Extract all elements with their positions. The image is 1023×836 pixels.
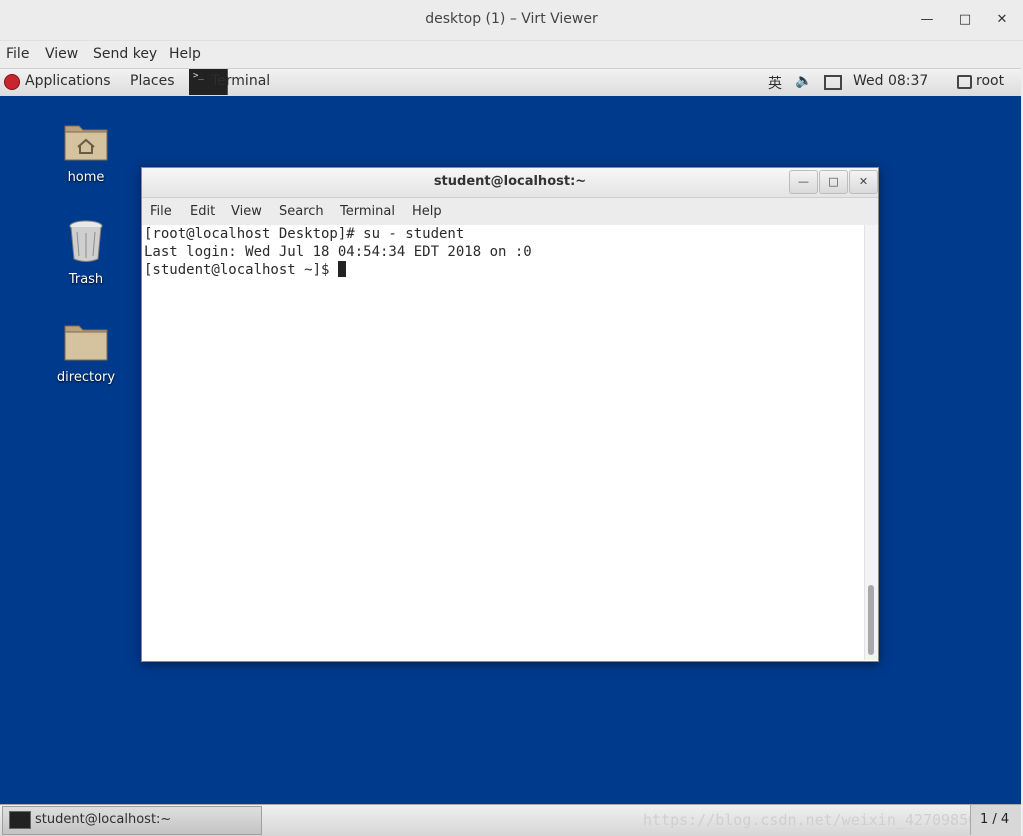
- desktop-icon-label: Trash: [68, 272, 104, 287]
- guest-top-panel: Applications Places >_ Terminal 英 🔈 Wed …: [0, 68, 1021, 97]
- terminal-close-icon[interactable]: ✕: [849, 170, 878, 194]
- terminal-menu-terminal[interactable]: Terminal: [340, 204, 395, 219]
- terminal-line: Last login: Wed Jul 18 04:54:34 EDT 2018…: [144, 244, 532, 260]
- user-icon[interactable]: [957, 75, 972, 89]
- clock[interactable]: Wed 08:37: [853, 73, 928, 89]
- terminal-menu-file[interactable]: File: [150, 204, 172, 219]
- user-menu[interactable]: root: [976, 73, 1004, 89]
- terminal-menu-edit[interactable]: Edit: [190, 204, 215, 219]
- minimize-icon[interactable]: —: [916, 10, 938, 30]
- terminal-menu-help[interactable]: Help: [412, 204, 442, 219]
- watermark: https://blog.csdn.net/weixin_42709850: [643, 811, 978, 829]
- terminal-menubar: File Edit View Search Terminal Help: [142, 198, 878, 225]
- terminal-prompt: [student@localhost ~]$: [144, 262, 338, 278]
- redhat-logo-icon: [4, 74, 20, 90]
- terminal-window-icon: [9, 811, 31, 829]
- workspace-indicator: 1 / 4: [980, 812, 1010, 827]
- places-menu[interactable]: Places: [130, 73, 175, 89]
- terminal-output[interactable]: [root@localhost Desktop]# su - student L…: [142, 225, 866, 660]
- terminal-maximize-icon[interactable]: □: [819, 170, 848, 194]
- desktop-icon-home[interactable]: home: [46, 120, 126, 185]
- terminal-scrollbar[interactable]: [864, 225, 878, 660]
- terminal-task-label[interactable]: Terminal: [211, 73, 270, 89]
- menu-file[interactable]: File: [6, 46, 29, 62]
- taskbar-window-label: student@localhost:~: [35, 812, 172, 827]
- input-method-indicator[interactable]: 英: [768, 73, 782, 93]
- desktop-icon-trash[interactable]: Trash: [46, 218, 126, 287]
- trash-icon: [69, 220, 103, 262]
- network-icon[interactable]: [824, 75, 842, 90]
- folder-icon: [64, 325, 108, 361]
- maximize-icon[interactable]: □: [954, 10, 976, 30]
- volume-icon[interactable]: 🔈: [795, 73, 812, 89]
- terminal-minimize-icon[interactable]: —: [789, 170, 818, 194]
- scrollbar-thumb[interactable]: [868, 585, 874, 655]
- menu-help[interactable]: Help: [169, 46, 201, 62]
- applications-menu[interactable]: Applications: [25, 73, 111, 89]
- viewer-menubar: File View Send key Help: [0, 41, 1023, 68]
- menu-send-key[interactable]: Send key: [93, 46, 157, 62]
- terminal-prompt-line[interactable]: [student@localhost ~]$: [144, 261, 866, 279]
- terminal-menu-search[interactable]: Search: [279, 204, 324, 219]
- terminal-line: [root@localhost Desktop]# su - student: [144, 226, 465, 242]
- workspace-switcher[interactable]: 1 / 4: [970, 805, 1021, 835]
- terminal-menu-view[interactable]: View: [231, 204, 262, 219]
- home-folder-icon: [64, 125, 108, 161]
- menu-view[interactable]: View: [45, 46, 78, 62]
- taskbar-window-button[interactable]: student@localhost:~: [2, 806, 262, 835]
- viewer-title: desktop (1) – Virt Viewer: [425, 11, 598, 27]
- terminal-window[interactable]: student@localhost:~ — □ ✕ File Edit View…: [141, 167, 879, 662]
- terminal-titlebar[interactable]: student@localhost:~ — □ ✕: [142, 168, 878, 198]
- desktop-icon-label: directory: [56, 370, 116, 385]
- guest-bottom-panel: student@localhost:~ https://blog.csdn.ne…: [0, 804, 1021, 836]
- close-icon[interactable]: ✕: [991, 10, 1013, 30]
- desktop-icon-label: home: [67, 170, 105, 185]
- viewer-titlebar: desktop (1) – Virt Viewer — □ ✕: [0, 0, 1023, 41]
- terminal-cursor: [337, 261, 346, 277]
- desktop-icon-directory[interactable]: directory: [46, 320, 126, 385]
- terminal-title: student@localhost:~: [433, 174, 587, 189]
